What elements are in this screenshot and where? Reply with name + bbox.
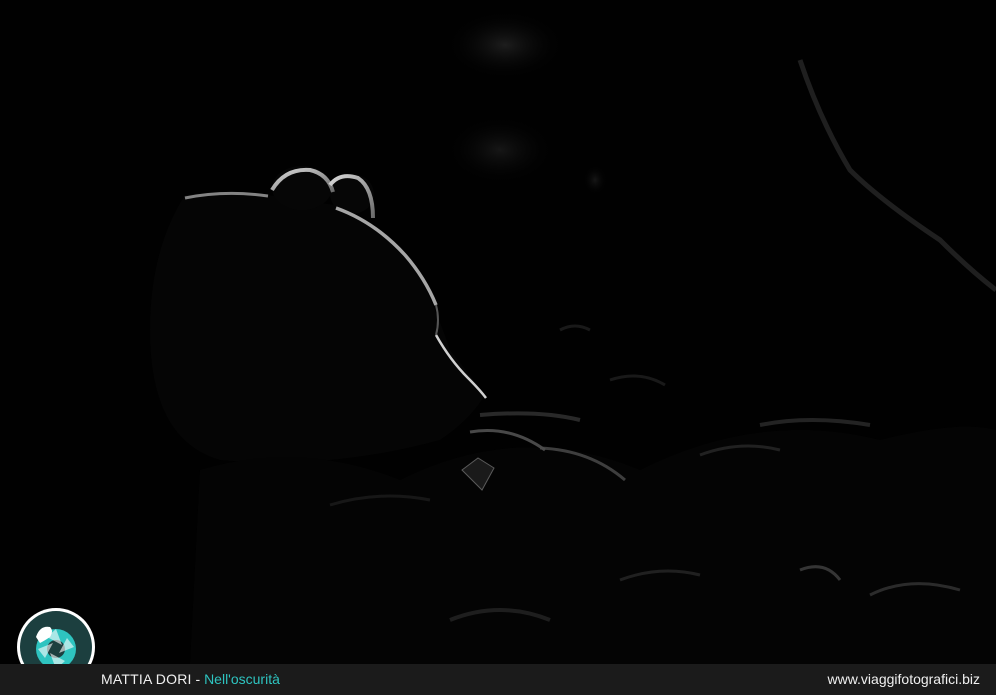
caption-credit: MATTIA DORI - Nell'oscurità [101,664,280,695]
photo-frame: MATTIA DORI - Nell'oscurità www.viaggifo… [0,0,996,695]
author-name: MATTIA DORI [101,671,192,687]
photo-title: Nell'oscurità [204,671,280,687]
caption-separator: - [191,671,205,687]
website-link[interactable]: www.viaggifotografici.biz [827,664,980,695]
caption-bar: MATTIA DORI - Nell'oscurità www.viaggifo… [0,664,996,695]
bear-photo [0,0,996,664]
